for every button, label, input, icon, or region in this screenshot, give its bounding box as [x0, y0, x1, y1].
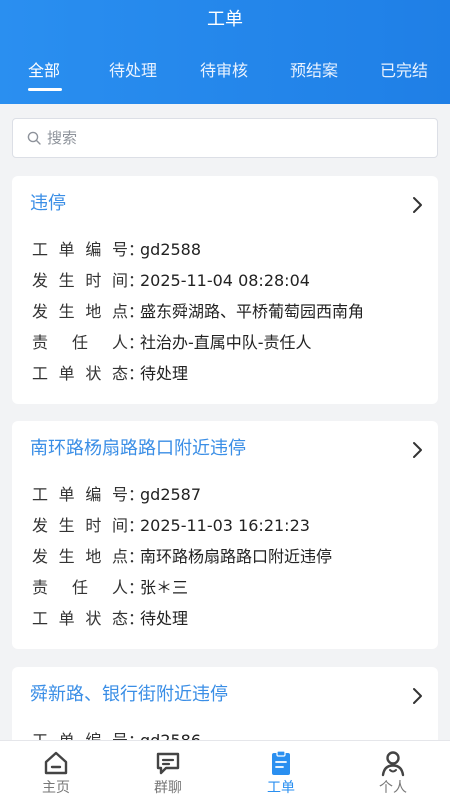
colon: ： [128, 578, 145, 597]
tabbar-item-home[interactable]: 主页 [11, 741, 101, 800]
order-place-row: 发生地点：盛东舜湖路、平桥葡萄园西南角 [32, 301, 364, 323]
order-place-label: 发生地点 [32, 547, 128, 566]
order-title: 舜新路、银行街附近违停 [30, 684, 228, 705]
colon: ： [128, 547, 145, 566]
order-place-value: 盛东舜湖路、平桥葡萄园西南角 [140, 302, 365, 321]
order-time-value: 2025-11-04 08:28:04 [140, 271, 310, 290]
tab-all[interactable]: 全部 [28, 58, 60, 84]
search-icon [27, 131, 41, 145]
page-title: 工单 [207, 9, 243, 30]
order-number-value: gd2588 [140, 240, 202, 259]
chevron-right-icon[interactable] [410, 196, 424, 214]
app-header: 工单 全部 待处理 待审核 预结案 已完结 [0, 0, 450, 104]
order-card[interactable]: 违停 工单编号：gd2588 发生时间：2025-11-04 08:28:04 … [12, 176, 438, 404]
order-title: 违停 [30, 193, 66, 214]
order-status-row: 工单状态：待处理 [32, 608, 188, 630]
tabbar-item-chat[interactable]: 群聊 [123, 741, 213, 800]
order-place-row: 发生地点：南环路杨扇路路口附近违停 [32, 546, 332, 568]
clipboard-icon [272, 750, 290, 775]
order-number-row: 工单编号：gd2587 [32, 484, 201, 506]
order-place-value: 南环路杨扇路路口附近违停 [140, 547, 333, 566]
order-person-label: 责 任 人 [32, 333, 128, 352]
tabbar-label: 工单 [267, 780, 295, 796]
tabbar-label: 主页 [42, 780, 70, 796]
order-person-value: 张＊三 [140, 578, 189, 597]
order-time-row: 发生时间：2025-11-03 16:21:23 [32, 515, 310, 537]
person-icon [381, 751, 405, 777]
order-status-row: 工单状态：待处理 [32, 363, 188, 385]
order-number-label: 工单编号 [32, 240, 128, 259]
tab-review[interactable]: 待审核 [200, 58, 248, 84]
active-tab-indicator [28, 88, 62, 91]
chevron-right-icon[interactable] [410, 441, 424, 459]
order-person-row: 责 任 人：社治办-直属中队-责任人 [32, 332, 312, 354]
order-person-row: 责 任 人：张＊三 [32, 577, 188, 599]
order-time-label: 发生时间 [32, 516, 128, 535]
order-status-label: 工单状态 [32, 364, 128, 383]
tab-pre-close[interactable]: 预结案 [290, 58, 338, 84]
tab-completed[interactable]: 已完结 [380, 58, 428, 84]
order-status-label: 工单状态 [32, 609, 128, 628]
home-icon [44, 751, 68, 775]
colon: ： [128, 609, 145, 628]
order-time-value: 2025-11-03 16:21:23 [140, 516, 310, 535]
order-number-value: gd2587 [140, 485, 202, 504]
search-placeholder: 搜索 [47, 129, 78, 147]
order-card[interactable]: 南环路杨扇路路口附近违停 工单编号：gd2587 发生时间：2025-11-03… [12, 421, 438, 649]
order-number-label: 工单编号 [32, 485, 128, 504]
colon: ： [128, 240, 145, 259]
order-place-label: 发生地点 [32, 302, 128, 321]
tabbar-label: 群聊 [154, 780, 182, 796]
status-tabs: 全部 待处理 待审核 预结案 已完结 [0, 58, 450, 98]
order-time-row: 发生时间：2025-11-04 08:28:04 [32, 270, 310, 292]
colon: ： [128, 516, 145, 535]
colon: ： [128, 271, 145, 290]
tabbar-item-orders[interactable]: 工单 [236, 741, 326, 800]
order-person-label: 责 任 人 [32, 578, 128, 597]
order-status-value: 待处理 [140, 364, 189, 383]
order-status-value: 待处理 [140, 609, 189, 628]
order-person-value: 社治办-直属中队-责任人 [140, 333, 312, 352]
bottom-tab-bar: 主页 群聊 工单 个人 [0, 740, 450, 800]
chat-icon [156, 752, 180, 775]
search-input[interactable]: 搜索 [12, 118, 438, 158]
order-time-label: 发生时间 [32, 271, 128, 290]
order-number-row: 工单编号：gd2588 [32, 239, 201, 261]
tab-pending[interactable]: 待处理 [109, 58, 157, 84]
order-title: 南环路杨扇路路口附近违停 [30, 438, 246, 459]
colon: ： [128, 364, 145, 383]
colon: ： [128, 485, 145, 504]
colon: ： [128, 333, 145, 352]
tabbar-label: 个人 [379, 780, 407, 796]
tabbar-item-profile[interactable]: 个人 [348, 741, 438, 800]
chevron-right-icon[interactable] [410, 687, 424, 705]
colon: ： [128, 302, 145, 321]
